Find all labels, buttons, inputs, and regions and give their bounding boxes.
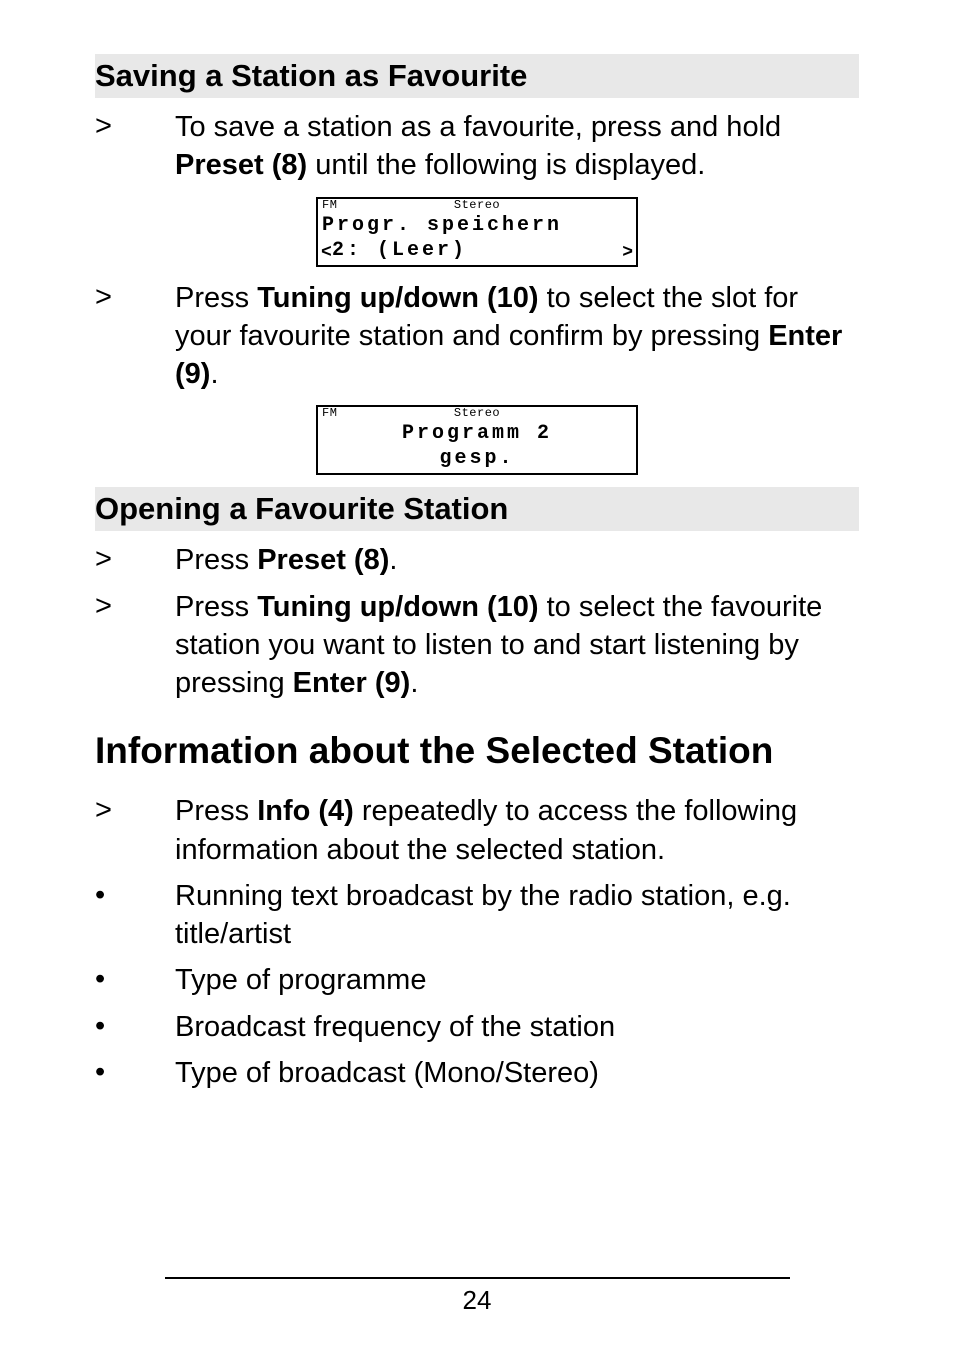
bullet-text: Running text broadcast by the radio stat… <box>175 877 859 954</box>
bullet-text: Type of programme <box>175 961 426 999</box>
lcd-display-1: FM Stereo Progr. speichern < 2: (Leer) > <box>316 197 638 267</box>
lcd-stereo: Stereo <box>318 407 636 419</box>
lcd-status-row: FM Stereo <box>322 199 632 211</box>
text-bold: Info (4) <box>257 795 354 827</box>
bullet-text: Broadcast frequency of the station <box>175 1008 615 1046</box>
step-marker: > <box>95 792 175 869</box>
step-info-1: > Press Info (4) repeatedly to access th… <box>95 792 859 869</box>
step-body: To save a station as a favourite, press … <box>175 108 859 185</box>
text-bold: Preset (8) <box>257 544 389 576</box>
bullet-marker: • <box>95 1008 175 1046</box>
text-bold: Tuning up/down (10) <box>257 282 538 314</box>
text: Press <box>175 591 257 623</box>
text: . <box>389 544 397 576</box>
page-number: 24 <box>463 1285 492 1315</box>
heading-open-favourite: Opening a Favourite Station <box>95 487 859 531</box>
step-marker: > <box>95 541 175 579</box>
step-save-2: > Press Tuning up/down (10) to select th… <box>95 279 859 394</box>
page: Saving a Station as Favourite > To save … <box>0 0 954 1354</box>
bullet-text: Type of broadcast (Mono/Stereo) <box>175 1054 599 1092</box>
step-marker: > <box>95 279 175 394</box>
lcd-line-2: 2: (Leer) <box>322 238 632 263</box>
bullet-item: • Type of broadcast (Mono/Stereo) <box>95 1054 859 1092</box>
lcd-line-2: gesp. <box>322 446 632 471</box>
bullet-marker: • <box>95 877 175 954</box>
bullet-marker: • <box>95 1054 175 1092</box>
step-open-1: > Press Preset (8). <box>95 541 859 579</box>
text-bold: Preset (8) <box>175 149 307 181</box>
arrow-left-icon: < <box>321 243 332 263</box>
lcd-stereo: Stereo <box>318 199 636 211</box>
step-open-2: > Press Tuning up/down (10) to select th… <box>95 588 859 703</box>
heading-save-favourite: Saving a Station as Favourite <box>95 54 859 98</box>
lcd-line-1: Progr. speichern <box>322 213 632 238</box>
text: Press <box>175 282 257 314</box>
bullet-item: • Running text broadcast by the radio st… <box>95 877 859 954</box>
text: . <box>210 358 218 390</box>
arrow-right-icon: > <box>622 243 633 263</box>
step-body: Press Preset (8). <box>175 541 397 579</box>
text: until the following is displayed. <box>307 149 705 181</box>
lcd-display-2: FM Stereo Programm 2 gesp. <box>316 405 638 475</box>
step-marker: > <box>95 588 175 703</box>
step-body: Press Tuning up/down (10) to select the … <box>175 588 859 703</box>
step-body: Press Info (4) repeatedly to access the … <box>175 792 859 869</box>
step-save-1: > To save a station as a favourite, pres… <box>95 108 859 185</box>
text: . <box>410 667 418 699</box>
text: To save a station as a favourite, press … <box>175 111 781 143</box>
step-body: Press Tuning up/down (10) to select the … <box>175 279 859 394</box>
lcd-status-row: FM Stereo <box>322 407 632 419</box>
text-bold: Enter (9) <box>293 667 411 699</box>
text: Press <box>175 544 257 576</box>
bullet-item: • Broadcast frequency of the station <box>95 1008 859 1046</box>
text-bold: Tuning up/down (10) <box>257 591 538 623</box>
text: Press <box>175 795 257 827</box>
bullet-marker: • <box>95 961 175 999</box>
footer-rule <box>165 1277 790 1279</box>
step-marker: > <box>95 108 175 185</box>
bullet-item: • Type of programme <box>95 961 859 999</box>
page-footer: 24 <box>0 1277 954 1316</box>
heading-info-station: Information about the Selected Station <box>95 730 859 772</box>
lcd-line-1: Programm 2 <box>322 421 632 446</box>
